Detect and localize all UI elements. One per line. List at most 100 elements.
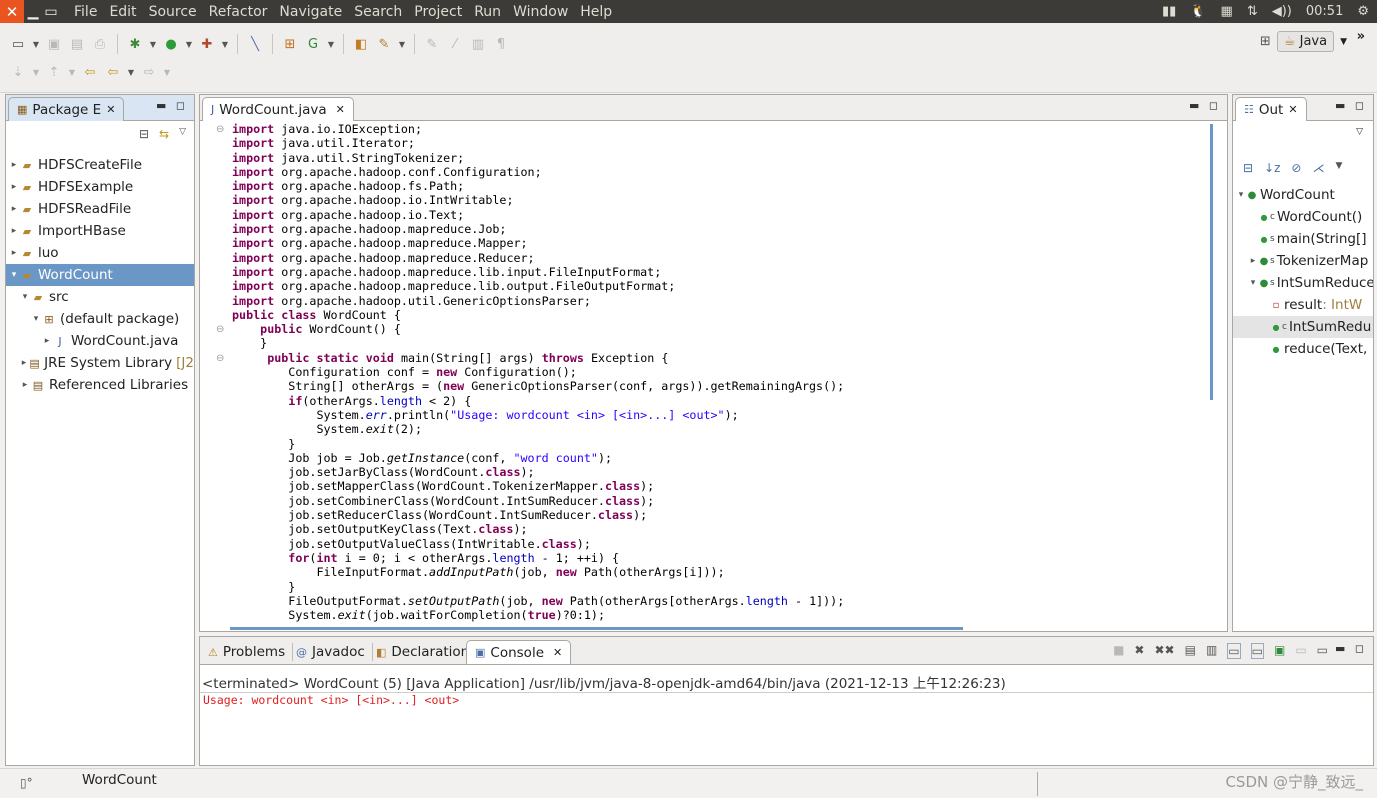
save-icon[interactable]: ▣ [44,34,64,54]
outline-view-menu-icon[interactable]: ▽ [1356,127,1363,137]
tree-item[interactable]: ▸ ▤ JRE System Library [J2 [6,352,194,374]
tree-item[interactable]: ▸ ▰ ImportHBase [6,220,194,242]
debug-icon[interactable]: ✱ [125,34,145,54]
open-console-icon[interactable]: ▭ [1317,643,1328,659]
outline-item[interactable]: ▸ ● s TokenizerMap [1233,250,1373,272]
external-tools-icon[interactable]: ✚ [197,34,217,54]
menu-search[interactable]: Search [348,4,408,20]
outline-item[interactable]: ▫ result : IntW [1233,294,1373,316]
sort-icon[interactable]: ↓z [1264,161,1280,175]
new-java-package-icon[interactable]: ⊞ [280,34,300,54]
close-tab-icon[interactable]: ✕ [1288,103,1297,116]
new-java-class-icon[interactable]: G [303,34,323,54]
show-whitespace-icon[interactable]: ▥ [468,34,488,54]
tree-item[interactable]: ▾ ▰ WordCount [6,264,194,286]
menu-source[interactable]: Source [143,4,203,20]
run-dropdown-icon[interactable]: ▼ [184,34,194,54]
twisty-icon[interactable]: ▸ [9,226,19,236]
last-edit-location-icon[interactable]: ⇦ [80,62,100,82]
twisty-icon[interactable]: ▸ [20,358,28,368]
editor-vertical-scrollbar[interactable] [1210,124,1213,400]
new-wizard-icon[interactable]: ▭ [8,34,28,54]
tree-item[interactable]: ▾ ⊞ (default package) [6,308,194,330]
terminate-icon[interactable]: ■ [1113,643,1124,659]
menu-project[interactable]: Project [408,4,468,20]
menu-help[interactable]: Help [574,4,618,20]
outline-filter-dropdown-icon[interactable]: ▼ [1335,161,1342,175]
pin-console-icon[interactable]: ▣ [1274,643,1285,659]
previous-annotation-icon[interactable]: ⇡ [44,62,64,82]
tree-item[interactable]: ▸ ▰ HDFSReadFile [6,198,194,220]
tree-item[interactable]: ▸ ▤ Referenced Libraries [6,374,194,396]
open-type-icon[interactable]: ◧ [351,34,371,54]
menu-navigate[interactable]: Navigate [273,4,348,20]
fold-imports-icon[interactable]: ⊖ [216,124,224,135]
collapse-all-icon[interactable]: ⊟ [139,127,149,141]
tab-console[interactable]: ▣ Console ✕ [466,640,572,664]
show-on-stderr-icon[interactable]: ▭ [1250,643,1264,659]
fold-constructor-icon[interactable]: ⊖ [216,324,224,335]
new-class-dropdown-icon[interactable]: ▼ [326,34,336,54]
new-dropdown-icon[interactable]: ▼ [31,34,41,54]
twisty-icon[interactable]: ▸ [20,380,30,390]
forward-dropdown-icon[interactable]: ▼ [162,62,172,82]
view-min-max-controls[interactable]: ▬ ◻ [1189,99,1221,112]
tree-item[interactable]: ▸ ▰ HDFSCreateFile [6,154,194,176]
print-icon[interactable]: ⎙ [90,34,110,54]
view-menu-icon[interactable]: ▽ [179,127,186,141]
tree-item[interactable]: ▾ ▰ src [6,286,194,308]
view-min-max-controls[interactable]: ▬ ◻ [1335,642,1367,655]
menu-refactor[interactable]: Refactor [203,4,274,20]
tab-wordcount-java[interactable]: J WordCount.java ✕ [202,97,354,121]
outline-item[interactable]: ▾ ● WordCount [1233,184,1373,206]
volume-icon[interactable]: ◀)) [1272,4,1292,19]
back-dropdown-icon[interactable]: ▼ [126,62,136,82]
twisty-icon[interactable]: ▸ [42,336,52,346]
collapse-all-icon[interactable]: ⊟ [1243,161,1253,175]
next-annotation-dropdown-icon[interactable]: ▼ [31,62,41,82]
console-error-output[interactable]: Usage: wordcount <in> [<in>...] <out> [203,693,459,707]
run-icon[interactable]: ● [161,34,181,54]
tux-icon[interactable]: 🐧 [1190,4,1206,19]
show-paragraph-icon[interactable]: ¶ [491,34,511,54]
minimize-window-button[interactable]: ▁ [24,0,42,23]
tab-declaration[interactable]: ◧ Declaration [368,640,478,664]
menu-file[interactable]: File [68,4,103,20]
save-all-icon[interactable]: ▤ [67,34,87,54]
twisty-icon[interactable]: ▾ [31,314,41,324]
view-min-max-controls[interactable]: ▬ ◻ [156,99,188,112]
scroll-lock-icon[interactable]: ▥ [1206,643,1217,659]
close-tab-icon[interactable]: ✕ [106,103,115,116]
display-selected-console-icon[interactable]: ▭ [1295,643,1306,659]
outline-item[interactable]: ● c WordCount() [1233,206,1373,228]
settings-gear-icon[interactable]: ⚙ [1357,4,1369,19]
twisty-icon[interactable]: ▾ [1248,278,1258,288]
twisty-icon[interactable]: ▾ [9,270,19,280]
twisty-icon[interactable]: ▾ [1236,190,1246,200]
link-with-editor-icon[interactable]: ⇆ [159,127,169,141]
clear-console-icon[interactable]: ▤ [1185,643,1196,659]
clock[interactable]: 00:51 [1306,4,1343,19]
close-window-button[interactable]: ✕ [0,0,24,23]
forward-icon[interactable]: ⇨ [139,62,159,82]
search-dropdown-icon[interactable]: ▼ [397,34,407,54]
twisty-icon[interactable]: ▸ [9,160,19,170]
close-tab-icon[interactable]: ✕ [553,646,562,659]
open-perspective-icon[interactable]: ⊞ [1260,34,1271,49]
twisty-icon[interactable]: ▸ [9,182,19,192]
skip-breakpoints-icon[interactable]: ╲ [245,34,265,54]
tree-item[interactable]: ▸ ▰ luo [6,242,194,264]
toggle-block-selection-icon[interactable]: ⁄ [445,34,465,54]
tree-item[interactable]: ▸ ▰ HDFSExample [6,176,194,198]
hide-static-icon[interactable]: ⋌ [1312,161,1324,175]
next-annotation-icon[interactable]: ⇣ [8,62,28,82]
tab-package-explorer[interactable]: ▦ Package E ✕ [8,97,125,121]
close-tab-icon[interactable]: ✕ [336,103,345,116]
hide-fields-icon[interactable]: ⊘ [1291,161,1301,175]
code-editor[interactable]: import java.io.IOException; import java.u… [232,122,1207,627]
toolbar-overflow-icon[interactable]: » [1357,29,1365,44]
toggle-mark-occurrences-icon[interactable]: ✎ [422,34,442,54]
twisty-icon[interactable]: ▾ [20,292,30,302]
maximize-window-button[interactable]: ▭ [42,0,60,23]
menu-run[interactable]: Run [468,4,507,20]
